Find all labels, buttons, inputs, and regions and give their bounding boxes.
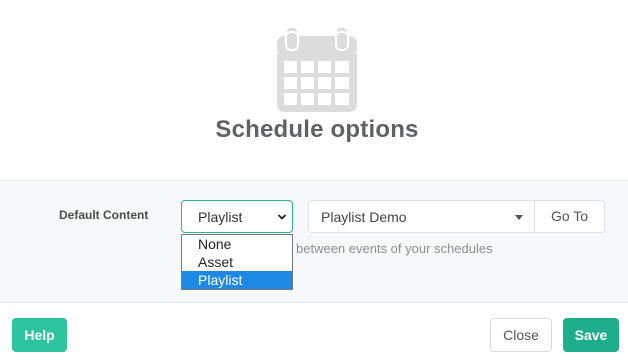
save-button[interactable]: Save bbox=[563, 318, 619, 352]
option-none[interactable]: None bbox=[182, 235, 292, 253]
hint-text: between events of your schedules bbox=[296, 241, 493, 256]
content-item-value: Playlist Demo bbox=[321, 209, 407, 225]
content-type-options: None Asset Playlist bbox=[181, 234, 293, 290]
content-item-select[interactable]: Playlist Demo bbox=[308, 200, 535, 233]
go-to-button[interactable]: Go To bbox=[534, 200, 605, 233]
modal-title: Schedule options bbox=[215, 116, 419, 143]
close-button[interactable]: Close bbox=[490, 318, 552, 352]
calendar-icon bbox=[277, 28, 357, 112]
content-type-value: Playlist bbox=[198, 209, 243, 225]
help-button[interactable]: Help bbox=[12, 318, 67, 352]
option-playlist[interactable]: Playlist bbox=[182, 271, 292, 289]
caret-down-icon bbox=[515, 215, 523, 220]
content-type-select[interactable]: Playlist bbox=[181, 200, 293, 233]
option-asset[interactable]: Asset bbox=[182, 253, 292, 271]
default-content-label: Default Content bbox=[59, 208, 149, 222]
chevron-down-icon bbox=[277, 214, 287, 220]
